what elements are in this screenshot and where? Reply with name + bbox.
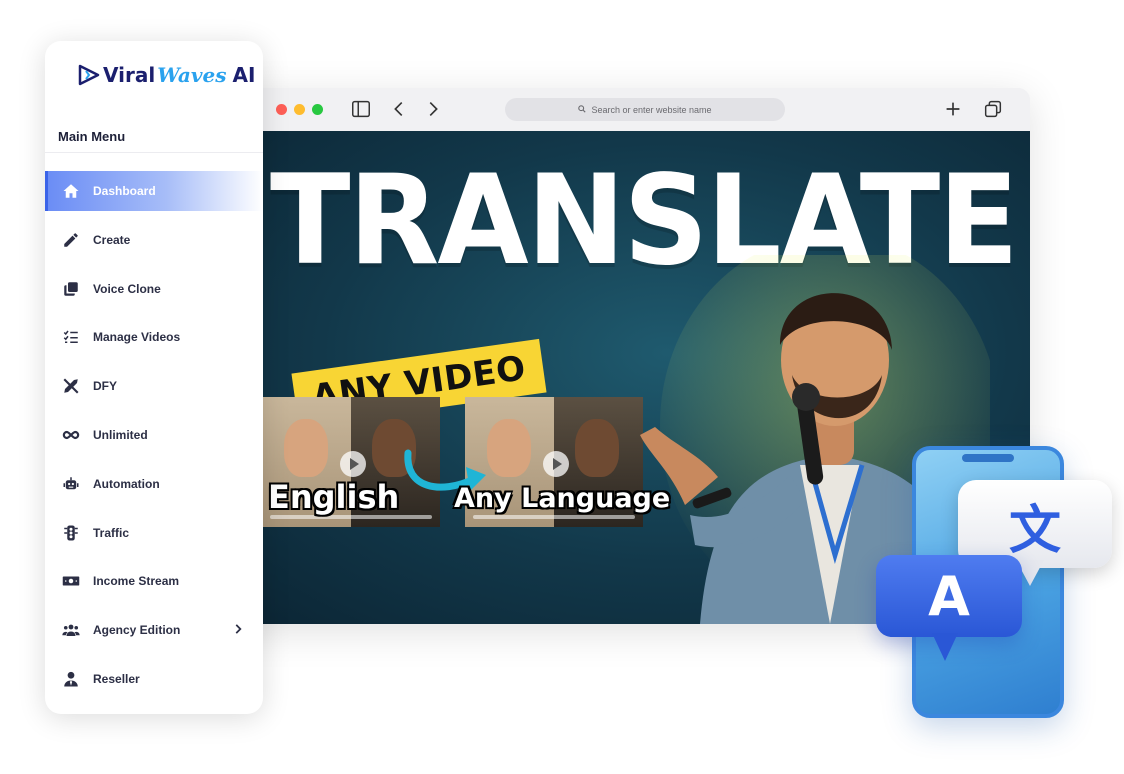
sidebar-item-label: Traffic	[93, 525, 130, 540]
play-icon	[543, 451, 569, 477]
divider	[45, 152, 263, 153]
browser-toolbar: Search or enter website name	[222, 88, 1030, 131]
sidebar-item-label: DFY	[93, 379, 117, 394]
sidebar-item-label: Reseller	[93, 671, 140, 686]
sidebar-item-create[interactable]: Create	[45, 220, 263, 260]
sidebar-item-agency-edition[interactable]: Agency Edition	[45, 610, 263, 650]
label-english: English	[268, 478, 400, 516]
brand-logo[interactable]: Viral Waves AI	[77, 59, 255, 91]
sidebar-item-income-stream[interactable]: Income Stream	[45, 561, 263, 601]
brand-word-2: Waves	[157, 63, 227, 87]
user-tie-icon	[61, 669, 81, 689]
sidebar-item-dashboard[interactable]: Dashboard	[45, 171, 263, 211]
play-icon	[340, 451, 366, 477]
sidebar-item-label: Unlimited	[93, 427, 148, 442]
traffic-light-icon	[61, 523, 81, 543]
translate-source-bubble: A	[876, 555, 1022, 661]
close-window-button[interactable]	[276, 104, 287, 115]
sidebar-item-traffic[interactable]: Traffic	[45, 513, 263, 553]
new-tab-plus-icon[interactable]	[942, 98, 964, 120]
sidebar-item-label: Automation	[93, 476, 160, 491]
menu-title: Main Menu	[58, 129, 126, 144]
list-check-icon	[61, 327, 81, 347]
search-icon	[578, 104, 587, 115]
sidebar-toggle-icon[interactable]	[350, 98, 372, 120]
sidebar-item-unlimited[interactable]: Unlimited	[45, 415, 263, 455]
main-menu: Dashboard Create Voice Clone Manage Vide…	[45, 171, 263, 708]
sidebar: Viral Waves AI Main Menu Dashboard Creat…	[45, 41, 263, 714]
brand-word-1: Viral	[103, 63, 156, 87]
letter-a-icon: A	[928, 565, 970, 628]
users-icon	[61, 620, 81, 640]
sidebar-item-label: Agency Edition	[93, 623, 181, 638]
video-thumbnail[interactable]: TRANSLATE ANY VIDEO English Any Language	[222, 131, 1030, 624]
sidebar-item-label: Create	[93, 232, 131, 247]
maximize-window-button[interactable]	[312, 104, 323, 115]
sidebar-item-label: Income Stream	[93, 574, 180, 589]
minimize-window-button[interactable]	[294, 104, 305, 115]
clone-icon	[61, 279, 81, 299]
sidebar-item-label: Voice Clone	[93, 281, 161, 296]
pencil-icon	[61, 230, 81, 250]
money-bill-icon	[61, 571, 81, 591]
chinese-character-icon: 文	[1008, 501, 1061, 561]
forward-arrow-icon[interactable]	[422, 98, 444, 120]
infinity-icon	[61, 425, 81, 445]
sidebar-item-voice-clone[interactable]: Voice Clone	[45, 269, 263, 309]
brand-word-3: AI	[232, 63, 256, 87]
sidebar-item-reseller[interactable]: Reseller	[45, 659, 263, 699]
home-icon	[61, 181, 81, 201]
play-logo-icon	[77, 63, 101, 87]
address-bar[interactable]: Search or enter website name	[505, 98, 785, 121]
phone-notch	[962, 454, 1014, 462]
tab-overview-icon[interactable]	[982, 98, 1004, 120]
sidebar-item-label: Manage Videos	[93, 330, 181, 345]
sidebar-item-label: Dashboard	[93, 184, 156, 198]
back-arrow-icon[interactable]	[388, 98, 410, 120]
tools-icon	[61, 376, 81, 396]
address-placeholder: Search or enter website name	[591, 104, 712, 115]
browser-window: Search or enter website name TRANSLATE A…	[222, 88, 1030, 624]
robot-icon	[61, 474, 81, 494]
progress-bar	[473, 515, 635, 519]
chevron-right-icon[interactable]	[231, 622, 245, 636]
sidebar-item-manage-videos[interactable]: Manage Videos	[45, 317, 263, 357]
sidebar-item-dfy[interactable]: DFY	[45, 366, 263, 406]
sidebar-item-automation[interactable]: Automation	[45, 464, 263, 504]
